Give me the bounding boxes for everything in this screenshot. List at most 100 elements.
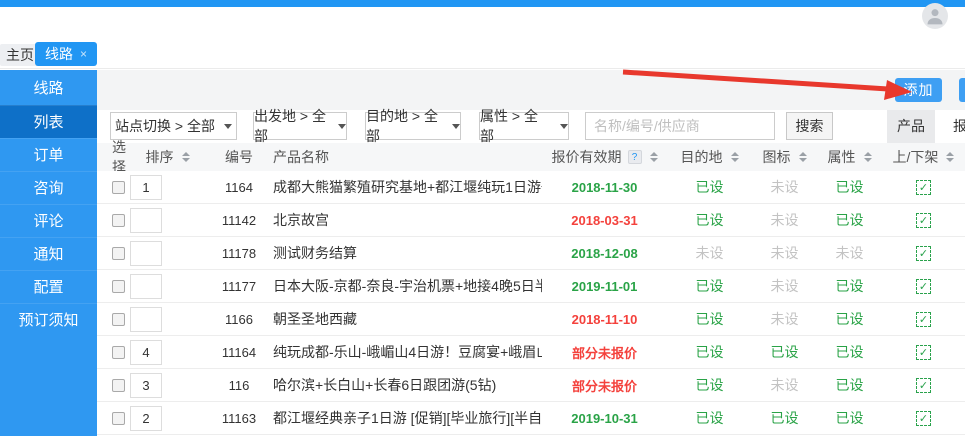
sort-arrows-icon[interactable] — [731, 152, 739, 162]
row-checkbox[interactable] — [112, 346, 125, 359]
close-icon[interactable]: × — [80, 48, 87, 60]
sidebar-item-list[interactable]: 列表 — [0, 105, 97, 138]
tab-home[interactable]: 主页 — [0, 44, 40, 66]
sort-order-input[interactable] — [130, 241, 162, 266]
view-tab-product[interactable]: 产品 — [887, 110, 935, 143]
table-row: 1164 成都大熊猫繁殖研究基地+都江堰纯玩1日游√... 2018-11-30… — [97, 171, 965, 204]
destination-status: 已设 — [667, 402, 752, 434]
table-row: 11142 北京故宫 2018-03-31 已设 未设 已设 ✓ — [97, 204, 965, 237]
product-name[interactable]: 测试财务结算 — [273, 237, 542, 269]
filter-destination-dropdown[interactable]: 目的地 > 全部 — [365, 112, 461, 140]
col-attribute[interactable]: 属性 — [817, 143, 882, 171]
col-shelf[interactable]: 上/下架 — [882, 143, 965, 171]
shelf-status-cell: ✓ — [882, 402, 965, 434]
icon-status: 未设 — [752, 237, 817, 269]
sort-arrows-icon[interactable] — [182, 152, 190, 162]
row-checkbox[interactable] — [112, 379, 125, 392]
search-button[interactable]: 搜索 — [786, 112, 833, 140]
on-shelf-checked-icon[interactable]: ✓ — [916, 180, 931, 195]
destination-status: 已设 — [667, 171, 752, 203]
edge-clipped-button[interactable] — [959, 78, 965, 102]
filter-site-dropdown[interactable]: 站点切换 > 全部 — [110, 112, 237, 140]
row-checkbox[interactable] — [112, 214, 125, 227]
sidebar-item-config[interactable]: 配置 — [0, 270, 97, 303]
sort-arrows-icon[interactable] — [650, 152, 658, 162]
quote-validity: 2018-11-10 — [542, 303, 667, 335]
on-shelf-checked-icon[interactable]: ✓ — [916, 246, 931, 261]
filter-departure-dropdown[interactable]: 出发地 > 全部 — [253, 112, 347, 140]
attribute-status: 已设 — [817, 303, 882, 335]
sort-arrows-icon[interactable] — [946, 152, 954, 162]
icon-status: 未设 — [752, 270, 817, 302]
sort-arrows-icon[interactable] — [864, 152, 872, 162]
row-sort-cell — [130, 336, 205, 368]
row-checkbox[interactable] — [112, 181, 125, 194]
avatar[interactable] — [922, 3, 948, 29]
destination-status: 未设 — [667, 237, 752, 269]
sort-order-input[interactable] — [130, 406, 162, 431]
sort-order-input[interactable] — [130, 274, 162, 299]
on-shelf-checked-icon[interactable]: ✓ — [916, 345, 931, 360]
on-shelf-checked-icon[interactable]: ✓ — [916, 279, 931, 294]
sort-order-input[interactable] — [130, 373, 162, 398]
on-shelf-checked-icon[interactable]: ✓ — [916, 411, 931, 426]
help-icon[interactable]: ? — [628, 150, 642, 164]
product-name[interactable]: 纯玩成都-乐山-峨嵋山4日游！豆腐宴+峨眉山... — [273, 336, 542, 368]
row-checkbox[interactable] — [112, 412, 125, 425]
icon-status: 未设 — [752, 303, 817, 335]
product-name[interactable]: 成都大熊猫繁殖研究基地+都江堰纯玩1日游√... — [273, 171, 542, 203]
row-checkbox[interactable] — [112, 280, 125, 293]
table-row: 11177 日本大阪-京都-奈良-宇治机票+地接4晚5日半... 2019-11… — [97, 270, 965, 303]
table-row: 11178 测试财务结算 2018-12-08 未设 未设 未设 ✓ — [97, 237, 965, 270]
col-icon-label: 图标 — [763, 147, 791, 167]
icon-status: 已设 — [752, 402, 817, 434]
table-row: 11164 纯玩成都-乐山-峨嵋山4日游！豆腐宴+峨眉山... 部分未报价 已设… — [97, 336, 965, 369]
destination-status: 已设 — [667, 303, 752, 335]
col-validity[interactable]: 报价有效期 ? — [542, 143, 667, 171]
sidebar-item-booking-notes[interactable]: 预订须知 — [0, 303, 97, 336]
top-bar — [0, 0, 965, 7]
product-code: 1164 — [205, 171, 273, 203]
product-name[interactable]: 都江堰经典亲子1日游 [促销][毕业旅行][半自... — [273, 402, 542, 434]
col-icon[interactable]: 图标 — [752, 143, 817, 171]
quote-validity: 部分未报价 — [542, 369, 667, 401]
sort-order-input[interactable] — [130, 175, 162, 200]
row-select-cell — [97, 270, 130, 302]
view-tab-quote[interactable]: 报价 — [945, 110, 965, 143]
search-input[interactable] — [585, 112, 775, 140]
tab-route[interactable]: 线路 × — [35, 42, 97, 66]
sidebar-item-routes[interactable]: 线路 — [0, 72, 97, 105]
filter-attribute-dropdown[interactable]: 属性 > 全部 — [479, 112, 569, 140]
add-button[interactable]: 添加 — [895, 78, 942, 102]
on-shelf-checked-icon[interactable]: ✓ — [916, 378, 931, 393]
destination-status: 已设 — [667, 270, 752, 302]
filter-destination-label: 目的地 > 全部 — [366, 106, 443, 146]
product-name[interactable]: 日本大阪-京都-奈良-宇治机票+地接4晚5日半... — [273, 270, 542, 302]
product-code: 11178 — [205, 237, 273, 269]
on-shelf-checked-icon[interactable]: ✓ — [916, 312, 931, 327]
col-destination[interactable]: 目的地 — [667, 143, 752, 171]
sort-order-input[interactable] — [130, 208, 162, 233]
sort-order-input[interactable] — [130, 307, 162, 332]
col-shelf-label: 上/下架 — [893, 147, 939, 167]
product-name[interactable]: 北京故宫 — [273, 204, 542, 236]
row-checkbox[interactable] — [112, 247, 125, 260]
col-sort[interactable]: 排序 — [130, 143, 205, 171]
toolbar: 添加 — [97, 70, 965, 110]
quote-validity: 2019-11-01 — [542, 270, 667, 302]
sidebar-item-consult[interactable]: 咨询 — [0, 171, 97, 204]
sidebar-item-comments[interactable]: 评论 — [0, 204, 97, 237]
sidebar-item-orders[interactable]: 订单 — [0, 138, 97, 171]
product-name[interactable]: 朝圣圣地西藏 — [273, 303, 542, 335]
table-body: 1164 成都大熊猫繁殖研究基地+都江堰纯玩1日游√... 2018-11-30… — [97, 171, 965, 436]
sort-order-input[interactable] — [130, 340, 162, 365]
quote-validity: 2018-03-31 — [542, 204, 667, 236]
row-select-cell — [97, 204, 130, 236]
on-shelf-checked-icon[interactable]: ✓ — [916, 213, 931, 228]
icon-status: 未设 — [752, 171, 817, 203]
product-name[interactable]: 哈尔滨+长白山+长春6日跟团游(5钻) — [273, 369, 542, 401]
sidebar-item-notice[interactable]: 通知 — [0, 237, 97, 270]
sort-arrows-icon[interactable] — [799, 152, 807, 162]
row-checkbox[interactable] — [112, 313, 125, 326]
filter-departure-label: 出发地 > 全部 — [254, 106, 329, 146]
